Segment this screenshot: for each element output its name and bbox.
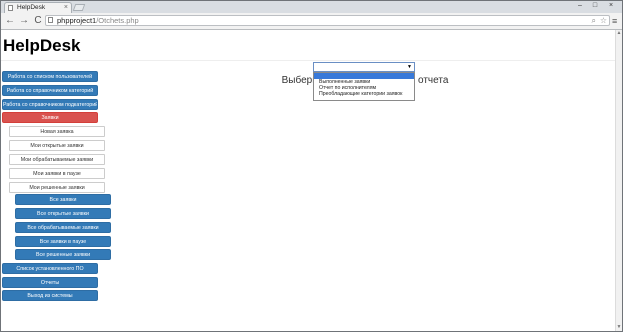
my-resolved-requests-button[interactable]: Мои решенные заявки: [9, 182, 105, 193]
report-type-select[interactable]: ▼: [313, 62, 415, 72]
users-button[interactable]: Работа со списком пользователей: [2, 71, 98, 82]
scrollbar[interactable]: ▲ ▼: [615, 30, 622, 331]
browser-tab[interactable]: HelpDesk ×: [4, 2, 72, 13]
scroll-down-icon[interactable]: ▼: [616, 324, 622, 331]
reload-button[interactable]: C: [32, 15, 44, 27]
chevron-down-icon: ▼: [407, 64, 412, 70]
back-button[interactable]: ←: [4, 15, 16, 27]
close-window-button[interactable]: ×: [605, 1, 617, 11]
software-list-button[interactable]: Список установленного ПО: [2, 263, 98, 274]
browser-window: HelpDesk × – □ × ← → C phpproject1/Otche…: [0, 0, 623, 332]
page-icon: [48, 17, 53, 23]
page-title: HelpDesk: [3, 36, 81, 55]
my-paused-requests-button[interactable]: Мои заявки в паузе: [9, 168, 105, 179]
star-icon[interactable]: ☆: [600, 16, 607, 25]
categories-button[interactable]: Работа со справочником категорий: [2, 85, 98, 96]
new-request-button[interactable]: Новая заявка: [9, 126, 105, 137]
my-processing-requests-button[interactable]: Мои обрабатываемые заявки: [9, 154, 105, 165]
logout-button[interactable]: Выход из системы: [2, 290, 98, 301]
tab-close-icon[interactable]: ×: [64, 3, 68, 13]
reports-button[interactable]: Отчеты: [2, 277, 98, 288]
all-open-requests-button[interactable]: Все открытые заявки: [15, 208, 111, 219]
url-host: phpproject1: [57, 16, 97, 25]
report-type-dropdown: Выполненные заявки Отчет по исполнителям…: [313, 72, 415, 101]
all-resolved-requests-button[interactable]: Все решенные заявки: [15, 249, 111, 260]
requests-button[interactable]: Заявки: [2, 112, 98, 123]
minimize-button[interactable]: –: [574, 1, 586, 11]
title-bar: HelpDesk × – □ ×: [1, 1, 622, 13]
page-icon: [8, 5, 13, 11]
all-requests-button[interactable]: Все заявки: [15, 194, 111, 205]
subcategories-button[interactable]: Работа со справочником подкатегорий: [2, 99, 98, 110]
new-tab-button[interactable]: [72, 4, 86, 11]
search-icon[interactable]: ⌕: [592, 16, 596, 25]
tab-title: HelpDesk: [17, 4, 46, 11]
divider: [1, 60, 615, 61]
address-bar[interactable]: phpproject1/Otchets.php ⌕ ☆: [45, 15, 610, 26]
maximize-button[interactable]: □: [589, 1, 601, 11]
browser-toolbar: ← → C phpproject1/Otchets.php ⌕ ☆ ≡: [1, 13, 622, 30]
page-content: HelpDesk Работа со списком пользователей…: [1, 30, 615, 331]
url-path: /Otchets.php: [96, 16, 139, 25]
forward-button[interactable]: →: [18, 15, 30, 27]
all-paused-requests-button[interactable]: Все заявки в паузе: [15, 236, 111, 247]
scroll-up-icon[interactable]: ▲: [616, 30, 622, 37]
option-top-categories[interactable]: Преобладающие категории заявок: [314, 91, 414, 97]
my-open-requests-button[interactable]: Мои открытые заявки: [9, 140, 105, 151]
all-processing-requests-button[interactable]: Все обрабатываемые заявки: [15, 222, 111, 233]
menu-icon[interactable]: ≡: [612, 15, 617, 27]
